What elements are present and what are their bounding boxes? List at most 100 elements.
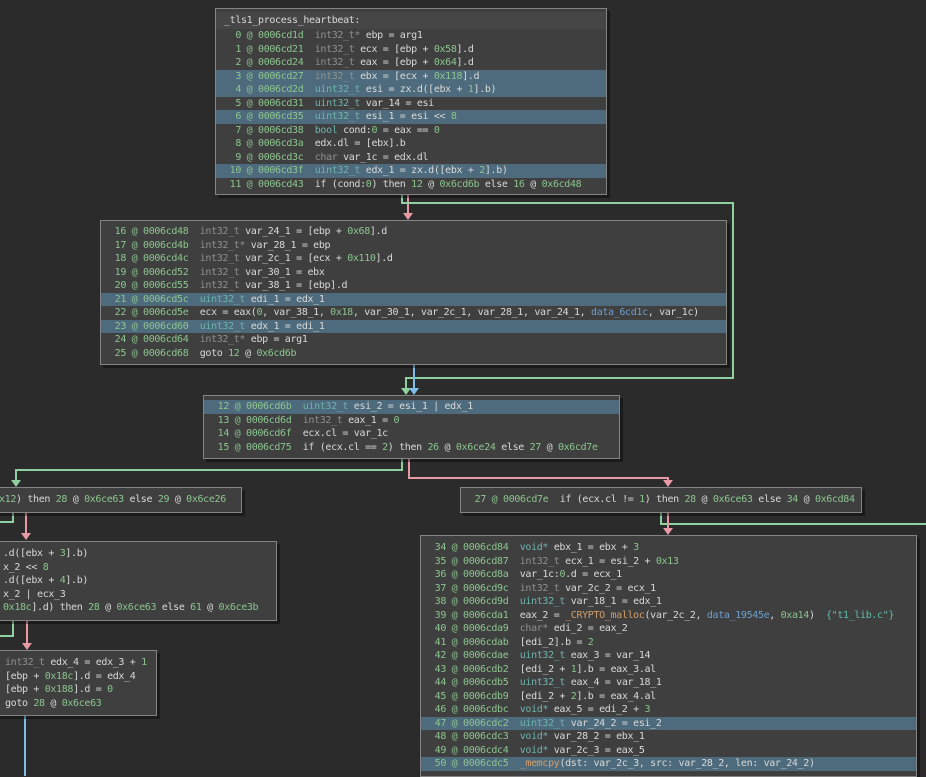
instruction-text: uint32_t var_14 = esi (315, 98, 434, 109)
disasm-line[interactable]: 18 @ 0006cd4c int32_t var_2c_1 = [ecx + … (101, 252, 726, 266)
disasm-line[interactable]: 5 @ 0006cd31 uint32_t var_14 = esi (216, 97, 606, 111)
instruction-text: bool cond:0 = eax == 0 (315, 125, 440, 136)
disasm-line[interactable]: 43 @ 0006cdb2 [edi_2 + 1].b = eax_3.al (421, 663, 916, 677)
disasm-line[interactable]: 4 @ 0006cd2d uint32_t esi = zx.d([ebx + … (216, 83, 606, 97)
line-address: 49 @ 0006cdc4 (429, 745, 520, 756)
disasm-line[interactable]: 16 @ 0006cd48 int32_t var_24_1 = [ebp + … (101, 225, 726, 239)
disasm-line[interactable]: 0 @ 0006cd1d int32_t* ebp = arg1 (216, 29, 606, 43)
disasm-line[interactable]: 27 @ 0006cd7e if (ecx.cl != 1) then 28 @… (461, 493, 861, 507)
disasm-line[interactable]: 0x18c].d) then 28 @ 0x6ce63 else 61 @ 0x… (0, 601, 276, 615)
instruction-text: [edi_2 + 2].b = eax_4.al (520, 691, 656, 702)
disasm-line[interactable]: 11 @ 0006cd43 if (cond:0) then 12 @ 0x6c… (216, 178, 606, 192)
disasm-line[interactable]: 8 @ 0006cd3a edx.dl = [ebx].b (216, 137, 606, 151)
disasm-line[interactable]: 14 @ 0006cd6f ecx.cl = var_1c (204, 427, 619, 441)
disasm-line[interactable]: 48 @ 0006cdc3 void* var_28_2 = ebx_1 (421, 730, 916, 744)
disasm-line[interactable]: x_2 << 8 (0, 561, 276, 575)
instruction-text: int32_t var_30_1 = ebx (200, 267, 325, 278)
disasm-line[interactable]: 49 @ 0006cdc4 void* var_2c_3 = eax_5 (421, 744, 916, 758)
instruction-text: x_2 << 8 (3, 562, 48, 573)
basic-block-0x6ce26-partial[interactable]: .d([ebx + 3].b) x_2 << 8.d([ebx + 4].b)x_… (0, 541, 277, 621)
basic-block-0x6ce24-partial[interactable]: x12) then 28 @ 0x6ce63 else 29 @ 0x6ce26 (0, 487, 242, 513)
disasm-line[interactable]: x_2 | ecx_3 (0, 588, 276, 602)
line-address: 0 @ 0006cd1d (224, 30, 315, 41)
disasm-line[interactable]: 10 @ 0006cd3f uint32_t edx_1 = zx.d([ebx… (216, 164, 606, 178)
disasm-line[interactable]: goto 28 @ 0x6ce63 (0, 697, 156, 711)
instruction-text: x_2 | ecx_3 (3, 589, 65, 600)
disasm-line[interactable]: 15 @ 0006cd75 if (ecx.cl == 2) then 26 @… (204, 441, 619, 455)
disasm-line[interactable]: x12) then 28 @ 0x6ce63 else 29 @ 0x6ce26 (0, 493, 241, 507)
instruction-text: uint32_t esi_1 = esi << 8 (315, 111, 457, 122)
disasm-line[interactable]: 7 @ 0006cd38 bool cond:0 = eax == 0 (216, 124, 606, 138)
instruction-text: uint32_t edi_1 = edx_1 (200, 294, 325, 305)
line-address: 10 @ 0006cd3f (224, 165, 315, 176)
line-address: 25 @ 0006cd68 (109, 348, 200, 359)
instruction-text: eax_2 = _CRYPTO_malloc(var_2c_2, data_19… (520, 610, 894, 621)
disasm-line[interactable]: 44 @ 0006cdb5 uint32_t eax_4 = var_18_1 (421, 676, 916, 690)
instruction-text: void* ebx_1 = ebx + 3 (520, 542, 639, 553)
basic-block-0x6cd84[interactable]: 34 @ 0006cd84 void* ebx_1 = ebx + 3 35 @… (420, 535, 917, 777)
line-address: 21 @ 0006cd5c (109, 294, 200, 305)
instruction-text: uint32_t edx_1 = edi_1 (200, 321, 325, 332)
disasm-line[interactable]: int32_t edx_4 = edx_3 + 1 (0, 656, 156, 670)
basic-block-0x6ce3b-partial[interactable]: int32_t edx_4 = edx_3 + 1[ebp + 0x18c].d… (0, 650, 157, 716)
instruction-text: [edi_2].b = 2 (520, 637, 594, 648)
instruction-text: uint32_t eax_4 = var_18_1 (520, 677, 662, 688)
disasm-line[interactable]: 39 @ 0006cda1 eax_2 = _CRYPTO_malloc(var… (421, 609, 916, 623)
block-code: 0 @ 0006cd1d int32_t* ebp = arg1 1 @ 000… (216, 29, 606, 191)
line-address: 13 @ 0006cd6d (212, 415, 303, 426)
instruction-text: char* edi_2 = eax_2 (520, 623, 628, 634)
disasm-line[interactable]: 40 @ 0006cda9 char* edi_2 = eax_2 (421, 622, 916, 636)
disasm-line[interactable]: 22 @ 0006cd5e ecx = eax(0, var_38_1, 0x1… (101, 306, 726, 320)
line-address: 3 @ 0006cd27 (224, 71, 315, 82)
disasm-line[interactable]: .d([ebx + 4].b) (0, 574, 276, 588)
disasm-line[interactable]: 13 @ 0006cd6d int32_t eax_1 = 0 (204, 414, 619, 428)
line-address: 14 @ 0006cd6f (212, 428, 303, 439)
disasm-line[interactable]: 2 @ 0006cd24 int32_t eax = [ebp + 0x64].… (216, 56, 606, 70)
disasm-line[interactable]: 35 @ 0006cd87 int32_t ecx_1 = esi_2 + 0x… (421, 555, 916, 569)
instruction-text: if (cond:0) then 12 @ 0x6cd6b else 16 @ … (315, 179, 582, 190)
disasm-line[interactable]: [ebp + 0x188].d = 0 (0, 683, 156, 697)
instruction-text: void* var_2c_3 = eax_5 (520, 745, 645, 756)
basic-block-0x6cd48[interactable]: 16 @ 0006cd48 int32_t var_24_1 = [ebp + … (100, 220, 727, 365)
disasm-line[interactable]: 6 @ 0006cd35 uint32_t esi_1 = esi << 8 (216, 110, 606, 124)
instruction-text: ecx.cl = var_1c (303, 428, 388, 439)
basic-block-0x6cd1d[interactable]: _tls1_process_heartbeat: 0 @ 0006cd1d in… (215, 8, 607, 195)
disasm-line[interactable]: 45 @ 0006cdb9 [edi_2 + 2].b = eax_4.al (421, 690, 916, 704)
line-address: 43 @ 0006cdb2 (429, 664, 520, 675)
disasm-line[interactable]: 19 @ 0006cd52 int32_t var_30_1 = ebx (101, 266, 726, 280)
disasm-line[interactable]: 21 @ 0006cd5c uint32_t edi_1 = edx_1 (101, 293, 726, 307)
disasm-line[interactable]: 23 @ 0006cd60 uint32_t edx_1 = edi_1 (101, 320, 726, 334)
disasm-line[interactable]: 9 @ 0006cd3c char var_1c = edx.dl (216, 151, 606, 165)
disasm-line[interactable]: 47 @ 0006cdc2 uint32_t var_24_2 = esi_2 (421, 717, 916, 731)
disasm-line[interactable]: 17 @ 0006cd4b int32_t* var_28_1 = ebp (101, 239, 726, 253)
disasm-line[interactable]: .d([ebx + 3].b) (0, 547, 276, 561)
disasm-line[interactable]: 37 @ 0006cd9c int32_t var_2c_2 = ecx_1 (421, 582, 916, 596)
instruction-text: 0x18c].d) then 28 @ 0x6ce63 else 61 @ 0x… (3, 602, 258, 613)
instruction-text: char var_1c = edx.dl (315, 152, 428, 163)
disasm-line[interactable]: 46 @ 0006cdbc void* eax_5 = edi_2 + 3 (421, 703, 916, 717)
disasm-line[interactable]: 12 @ 0006cd6b uint32_t esi_2 = esi_1 | e… (204, 400, 619, 414)
disasm-line[interactable]: 41 @ 0006cdab [edi_2].b = 2 (421, 636, 916, 650)
disasm-line[interactable]: 36 @ 0006cd8a var_1c:0.d = ecx_1 (421, 568, 916, 582)
disasm-line[interactable]: 42 @ 0006cdae uint32_t eax_3 = var_14 (421, 649, 916, 663)
basic-block-0x6cd6b[interactable]: 12 @ 0006cd6b uint32_t esi_2 = esi_1 | e… (203, 395, 620, 459)
block-code: 27 @ 0006cd7e if (ecx.cl != 1) then 28 @… (461, 493, 861, 507)
disasm-line[interactable]: 3 @ 0006cd27 int32_t ebx = [ecx + 0x118]… (216, 70, 606, 84)
line-address: 8 @ 0006cd3a (224, 138, 315, 149)
disasm-line[interactable]: 24 @ 0006cd64 int32_t* ebp = arg1 (101, 333, 726, 347)
line-address: 48 @ 0006cdc3 (429, 731, 520, 742)
disasm-line[interactable]: 34 @ 0006cd84 void* ebx_1 = ebx + 3 (421, 541, 916, 555)
disasm-line[interactable]: 1 @ 0006cd21 int32_t ecx = [ebp + 0x58].… (216, 43, 606, 57)
line-address: 19 @ 0006cd52 (109, 267, 200, 278)
instruction-text: .d([ebx + 3].b) (3, 548, 88, 559)
disasm-line[interactable]: 25 @ 0006cd68 goto 12 @ 0x6cd6b (101, 347, 726, 361)
basic-block-0x6cd7e[interactable]: 27 @ 0006cd7e if (ecx.cl != 1) then 28 @… (460, 487, 862, 513)
disasm-line[interactable]: 38 @ 0006cd9d uint32_t var_18_1 = edx_1 (421, 595, 916, 609)
line-address: 5 @ 0006cd31 (224, 98, 315, 109)
disasm-line[interactable]: [ebp + 0x18c].d = edx_4 (0, 670, 156, 684)
instruction-text: [ebp + 0x188].d = 0 (5, 684, 113, 695)
instruction-text: void* eax_5 = edi_2 + 3 (520, 704, 650, 715)
disasm-line[interactable]: 50 @ 0006cdc5 _memcpy(dst: var_2c_3, src… (421, 757, 916, 771)
disasm-line[interactable]: 20 @ 0006cd55 int32_t var_38_1 = [ebp].d (101, 279, 726, 293)
instruction-text: int32_t eax = [ebp + 0x64].d (315, 57, 474, 68)
